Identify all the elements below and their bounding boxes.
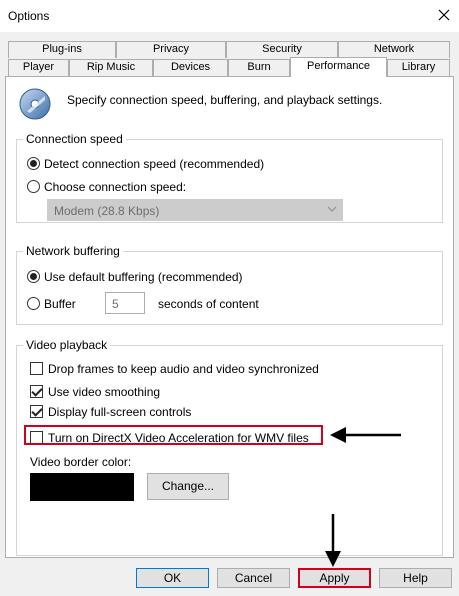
border-color-swatch [30, 473, 134, 501]
buffer-label: Buffer [44, 297, 76, 311]
connection-speed-value: Modem (28.8 Kbps) [54, 204, 160, 218]
border-color-label: Video border color: [30, 455, 132, 469]
chevron-down-icon [327, 206, 337, 212]
video-playback-title: Video playback [23, 338, 111, 352]
title-bar: Options [0, 0, 459, 32]
close-icon[interactable] [432, 3, 456, 27]
connection-speed-select[interactable]: Modem (28.8 Kbps) [47, 199, 343, 221]
performance-panel: Specify connection speed, buffering, and… [5, 76, 454, 558]
ok-button[interactable]: OK [136, 568, 209, 588]
fullscreen-controls-checkbox[interactable] [30, 405, 43, 418]
tab-security[interactable]: Security [226, 41, 338, 58]
tab-player[interactable]: Player [8, 59, 69, 76]
drop-frames-checkbox[interactable] [30, 362, 43, 375]
left-arrow-annotation-icon [330, 427, 401, 443]
window-title: Options [8, 9, 50, 23]
video-playback-group: Video playback Drop frames to keep audio… [16, 338, 443, 556]
tab-plug-ins[interactable]: Plug-ins [8, 41, 116, 58]
cancel-button[interactable]: Cancel [217, 568, 290, 588]
tab-library[interactable]: Library [387, 59, 450, 76]
tab-privacy[interactable]: Privacy [116, 41, 226, 58]
video-smoothing-label: Use video smoothing [48, 385, 161, 399]
down-arrow-annotation-icon [325, 514, 341, 567]
seconds-of-content-label: seconds of content [158, 297, 259, 311]
connection-speed-title: Connection speed [23, 132, 126, 146]
detect-speed-label: Detect connection speed (recommended) [44, 157, 265, 171]
choose-speed-radio[interactable] [27, 180, 40, 193]
connection-speed-group: Connection speed Detect connection speed… [16, 132, 443, 223]
tab-rip-music[interactable]: Rip Music [69, 59, 153, 76]
media-player-disc-icon [19, 88, 51, 120]
intro-text: Specify connection speed, buffering, and… [67, 93, 383, 107]
buffer-seconds-input[interactable]: 5 [105, 292, 145, 314]
help-button[interactable]: Help [379, 568, 452, 588]
network-buffering-title: Network buffering [23, 244, 123, 258]
fullscreen-controls-label: Display full-screen controls [48, 405, 192, 419]
tab-burn[interactable]: Burn [228, 59, 290, 76]
choose-speed-label: Choose connection speed: [44, 180, 187, 194]
tab-devices[interactable]: Devices [153, 59, 228, 76]
drop-frames-label: Drop frames to keep audio and video sync… [48, 362, 319, 376]
network-buffering-group: Network buffering Use default buffering … [16, 244, 443, 325]
directx-highlight-box [24, 425, 323, 445]
tab-performance[interactable]: Performance [290, 57, 387, 77]
default-buffering-radio[interactable] [27, 270, 40, 283]
buffer-radio[interactable] [27, 297, 40, 310]
tab-network[interactable]: Network [338, 41, 450, 58]
video-smoothing-checkbox[interactable] [30, 385, 43, 398]
detect-speed-radio[interactable] [27, 157, 40, 170]
apply-button[interactable]: Apply [298, 568, 371, 588]
change-color-button[interactable]: Change... [147, 473, 229, 500]
default-buffering-label: Use default buffering (recommended) [44, 270, 243, 284]
